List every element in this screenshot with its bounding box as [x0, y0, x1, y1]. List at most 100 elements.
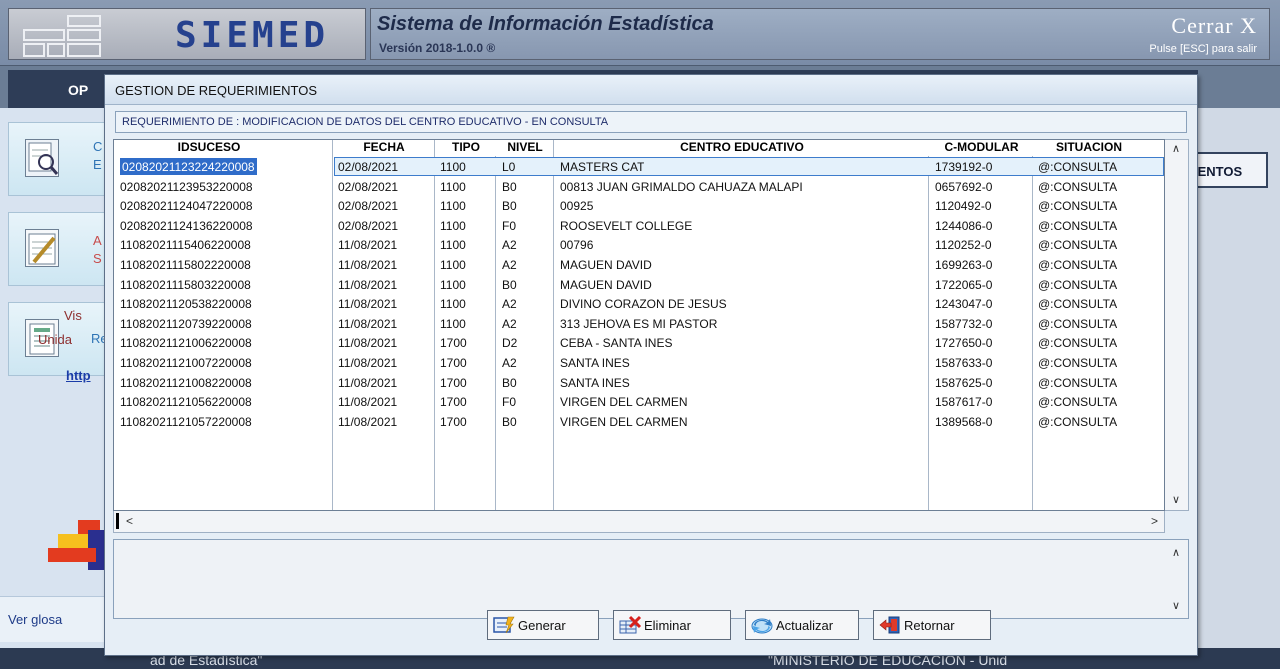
generar-button[interactable]: Generar	[487, 610, 599, 640]
menu-card-actualizar[interactable]: A S	[8, 212, 118, 286]
header-nivel[interactable]: NIVEL	[497, 140, 553, 156]
table-cell: @:CONSULTA	[1038, 375, 1118, 390]
table-cell: 02/08/2021	[338, 179, 399, 194]
table-cell: @:CONSULTA	[1038, 316, 1118, 331]
logo-text: SIEMED	[175, 15, 330, 56]
table-row[interactable]: 11082021121057220008 11/08/2021 1700 B0 VIRG…	[114, 412, 1164, 432]
right-area	[1196, 108, 1280, 648]
menu-card-label2: S	[93, 251, 102, 266]
table-cell: @:CONSULTA	[1038, 218, 1118, 233]
table-cell: 11/08/2021	[338, 375, 398, 390]
table-cell: CEBA - SANTA INES	[560, 336, 673, 351]
title-box: Sistema de Información Estadística Versi…	[370, 8, 1270, 60]
table-cell: 00796	[560, 238, 594, 253]
table-cell: 0657692-0	[935, 179, 993, 194]
table-row[interactable]: 11082021120739220008 11/08/2021 1100 A2 313 …	[114, 314, 1164, 334]
app-header: SIEMED Sistema de Información Estadístic…	[0, 0, 1280, 66]
table-row[interactable]: 11082021121006220008 11/08/2021 1700 D2 CEBA…	[114, 333, 1164, 353]
table-cell: 1100	[440, 297, 466, 312]
app-version: Versión 2018-1.0.0 ®	[379, 41, 496, 55]
memo-scroll-up-icon[interactable]: ∧	[1172, 546, 1180, 559]
table-cell: MAGUEN DAVID	[560, 258, 652, 272]
table-cell: B0	[502, 179, 517, 194]
table-row[interactable]: 11082021120538220008 11/08/2021 1100 A2 DIVI…	[114, 294, 1164, 314]
table-cell: 11/08/2021	[338, 336, 398, 351]
table-cell: @:CONSULTA	[1038, 179, 1118, 194]
table-cell: @:CONSULTA	[1038, 160, 1118, 174]
table-cell: ROOSEVELT COLLEGE	[560, 218, 693, 233]
table-cell: 02082021124136220008	[120, 218, 253, 233]
table-cell: 1389568-0	[935, 414, 993, 429]
table-cell: 1100	[440, 258, 466, 272]
header-c-modular[interactable]: C-MODULAR	[930, 140, 1033, 156]
requirements-table[interactable]: IDSUCESO FECHA TIPO NIVEL CENTRO EDUCATI…	[113, 139, 1165, 511]
table-cell: 1100	[440, 179, 466, 194]
close-button[interactable]: Cerrar X	[1171, 13, 1257, 39]
table-vertical-scrollbar[interactable]: ∧ ∨	[1165, 139, 1189, 511]
table-cell: 1100	[440, 218, 466, 233]
table-cell: 313 JEHOVA ES MI PASTOR	[560, 316, 718, 331]
table-cell: 11082021121056220008	[120, 395, 252, 410]
requirement-text: REQUERIMIENTO DE : MODIFICACION DE DATOS…	[122, 116, 609, 128]
table-cell: 11082021120538220008	[120, 297, 252, 312]
table-cell: 11/08/2021	[338, 297, 398, 312]
info-link[interactable]: http	[66, 368, 91, 383]
table-cell: 02/08/2021	[338, 218, 399, 233]
gestion-requerimientos-dialog: GESTION DE REQUERIMIENTOS REQUERIMIENTO …	[104, 74, 1198, 656]
table-row[interactable]: 02082021123224220008 02/08/2021 1100 L0 MAST…	[114, 157, 1164, 177]
table-row[interactable]: 11082021121007220008 11/08/2021 1700 A2 SANT…	[114, 353, 1164, 373]
table-cell: 1722065-0	[935, 277, 993, 292]
table-row[interactable]: 11082021115802220008 11/08/2021 1100 A2 MAGU…	[114, 255, 1164, 275]
header-tipo[interactable]: TIPO	[436, 140, 496, 156]
table-cell: 11/08/2021	[338, 258, 398, 272]
delete-table-icon	[618, 615, 642, 635]
requerimientos-button[interactable]: IENTOS	[1188, 152, 1268, 188]
table-cell: 1700	[440, 356, 467, 370]
actualizar-label: Actualizar	[776, 617, 834, 633]
table-cell: VIRGEN DEL CARMEN	[560, 414, 688, 429]
table-row[interactable]: 11082021121008220008 11/08/2021 1700 B0 SANT…	[114, 373, 1164, 393]
header-fecha[interactable]: FECHA	[334, 140, 434, 156]
table-horizontal-scrollbar[interactable]: < >	[113, 511, 1165, 533]
header-idsuceso[interactable]: IDSUCESO	[114, 140, 304, 156]
menu-card-label: A	[93, 233, 102, 248]
table-cell: A2	[502, 258, 517, 272]
header-situacion[interactable]: SITUACION	[1034, 140, 1144, 156]
detail-memo[interactable]: ∧ ∨	[113, 539, 1189, 619]
glosa-link[interactable]: Ver glosa	[8, 612, 62, 627]
table-row[interactable]: 11082021121056220008 11/08/2021 1700 F0 VIRG…	[114, 392, 1164, 412]
table-cell: 1120492-0	[935, 199, 992, 214]
minedu-logo-icon	[48, 520, 108, 570]
table-cell: 02/08/2021	[338, 160, 399, 174]
table-cell: @:CONSULTA	[1038, 336, 1118, 351]
table-cell: 11082021120739220008	[120, 316, 252, 331]
header-centro-educativo[interactable]: CENTRO EDUCATIVO	[555, 140, 929, 156]
table-cell: 1100	[440, 316, 466, 331]
eliminar-button[interactable]: Eliminar	[613, 610, 731, 640]
scroll-left-icon[interactable]: <	[126, 514, 133, 528]
dialog-title: GESTION DE REQUERIMIENTOS	[115, 83, 318, 98]
table-row[interactable]: 02082021124136220008 02/08/2021 1100 F0 ROOS…	[114, 216, 1164, 236]
table-cell: VIRGEN DEL CARMEN	[560, 395, 688, 410]
table-cell: D2	[502, 336, 518, 351]
scroll-right-icon[interactable]: >	[1151, 514, 1158, 528]
table-cell: A2	[502, 297, 517, 312]
table-row[interactable]: 02082021124047220008 02/08/2021 1100 B0 0092…	[114, 196, 1164, 216]
table-cell: 1587732-0	[935, 316, 993, 331]
refresh-icon	[750, 615, 774, 635]
scroll-down-icon[interactable]: ∨	[1172, 493, 1180, 506]
text-cursor	[116, 513, 119, 529]
table-cell: F0	[502, 395, 517, 410]
table-row[interactable]: 02082021123953220008 02/08/2021 1100 B0 0081…	[114, 177, 1164, 197]
actualizar-button[interactable]: Actualizar	[745, 610, 859, 640]
table-cell: 11/08/2021	[338, 414, 398, 429]
table-cell: @:CONSULTA	[1038, 238, 1118, 253]
menu-card-consulta[interactable]: C E	[8, 122, 118, 196]
table-cell: 1700	[440, 395, 467, 410]
table-row[interactable]: 11082021115803220008 11/08/2021 1100 B0 MAGU…	[114, 275, 1164, 295]
memo-scroll-down-icon[interactable]: ∨	[1172, 599, 1180, 612]
scroll-up-icon[interactable]: ∧	[1172, 142, 1180, 155]
retornar-button[interactable]: Retornar	[873, 610, 991, 640]
table-cell: A2	[502, 356, 517, 370]
table-row[interactable]: 11082021115406220008 11/08/2021 1100 A2 0079…	[114, 235, 1164, 255]
